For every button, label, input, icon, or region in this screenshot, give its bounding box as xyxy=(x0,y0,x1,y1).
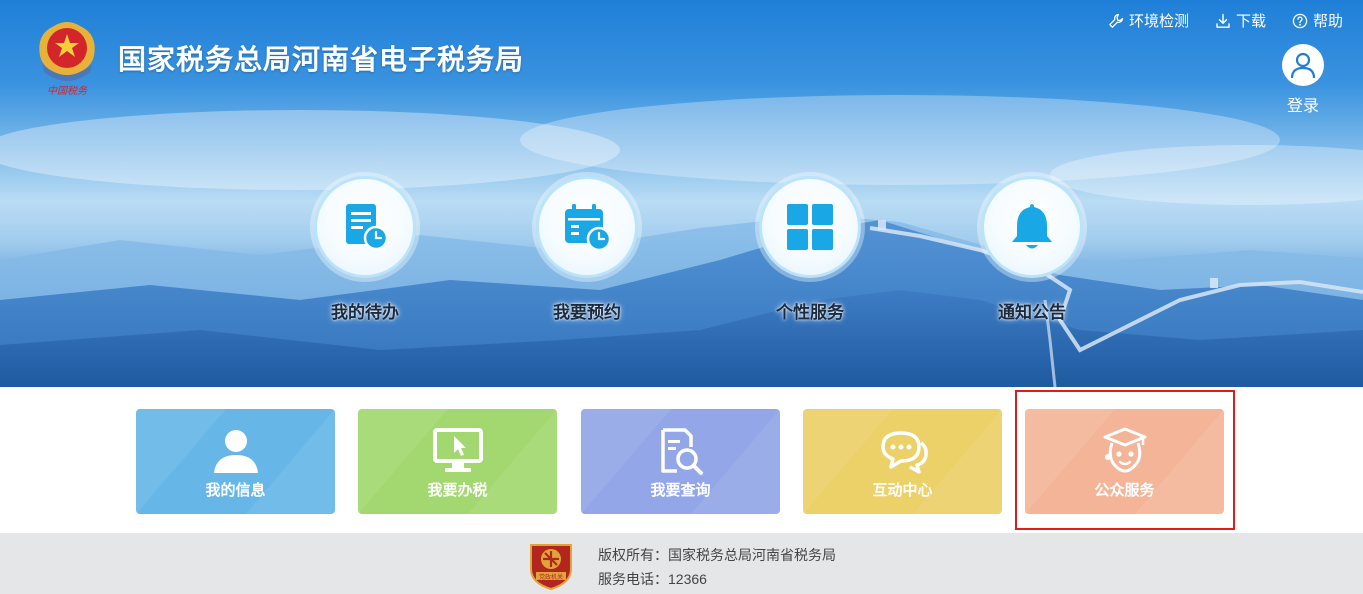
user-icon xyxy=(214,430,258,473)
chat-bubbles-icon xyxy=(881,431,928,474)
tile-label: 我的信息 xyxy=(205,482,266,499)
feature-label: 通知公告 xyxy=(998,303,1066,322)
env-check-label: 环境检测 xyxy=(1128,13,1189,30)
top-links: 环境检测 下载 帮助 xyxy=(1108,10,1343,31)
monitor-cursor-icon xyxy=(433,428,483,472)
feature-my-todo[interactable]: 我的待办 xyxy=(295,176,435,323)
download-icon xyxy=(1216,13,1230,28)
bell-icon xyxy=(1012,204,1052,249)
tax-emblem-logo: 中国税务 xyxy=(34,14,100,98)
feature-circle xyxy=(314,176,416,278)
help-label: 帮助 xyxy=(1312,13,1343,30)
tile-label: 我要查询 xyxy=(650,482,711,499)
footer: 党政机关 版权所有：国家税务总局河南省税务局 服务电话：12366 xyxy=(0,533,1363,594)
feature-notice[interactable]: 通知公告 xyxy=(962,176,1102,323)
todo-document-icon xyxy=(346,204,389,251)
site-title: 国家税务总局河南省电子税务局 xyxy=(118,44,525,75)
badge-caption: 党政机关 xyxy=(539,573,563,581)
download-link[interactable]: 下载 xyxy=(1215,10,1266,31)
tile-label: 我要办税 xyxy=(427,482,488,499)
feature-label: 我要预约 xyxy=(553,303,621,322)
calendar-clock-icon xyxy=(565,204,612,252)
login-button[interactable]: 登录 xyxy=(1281,44,1325,116)
env-check-link[interactable]: 环境检测 xyxy=(1108,10,1189,31)
emblem-caption: 中国税务 xyxy=(47,85,88,97)
feature-label: 我的待办 xyxy=(331,303,399,322)
tile-label: 互动中心 xyxy=(872,482,933,499)
feature-circle xyxy=(536,176,638,278)
party-government-badge-icon[interactable]: 党政机关 xyxy=(528,539,574,591)
login-label: 登录 xyxy=(1286,98,1319,115)
tile-tax-filing[interactable]: 我要办税 xyxy=(358,409,557,514)
user-outline-icon xyxy=(1290,52,1316,79)
highlight-box xyxy=(1015,390,1235,530)
copyright-text: 版权所有：国家税务总局河南省税务局 xyxy=(598,547,836,563)
banner: 中国税务 国家税务总局河南省电子税务局 环境检测 下载 帮助 登录 我的待办 我… xyxy=(0,0,1363,387)
help-link[interactable]: 帮助 xyxy=(1292,10,1343,31)
document-search-icon xyxy=(661,428,703,475)
avatar xyxy=(1282,44,1324,86)
feature-personal-service[interactable]: 个性服务 xyxy=(740,176,880,323)
feature-label: 个性服务 xyxy=(776,303,844,322)
download-label: 下载 xyxy=(1235,13,1266,30)
service-phone-text: 服务电话：12366 xyxy=(598,571,707,587)
tile-query[interactable]: 我要查询 xyxy=(581,409,780,514)
feature-circle xyxy=(759,176,861,278)
help-icon xyxy=(1292,13,1308,28)
tile-interaction-center[interactable]: 互动中心 xyxy=(803,409,1002,514)
feature-circle xyxy=(981,176,1083,278)
tile-my-info[interactable]: 我的信息 xyxy=(136,409,335,514)
feature-appointment[interactable]: 我要预约 xyxy=(517,176,657,323)
wrench-icon xyxy=(1109,13,1124,28)
grid-icon xyxy=(787,204,833,250)
emblem-icon: 中国税务 xyxy=(39,22,95,97)
